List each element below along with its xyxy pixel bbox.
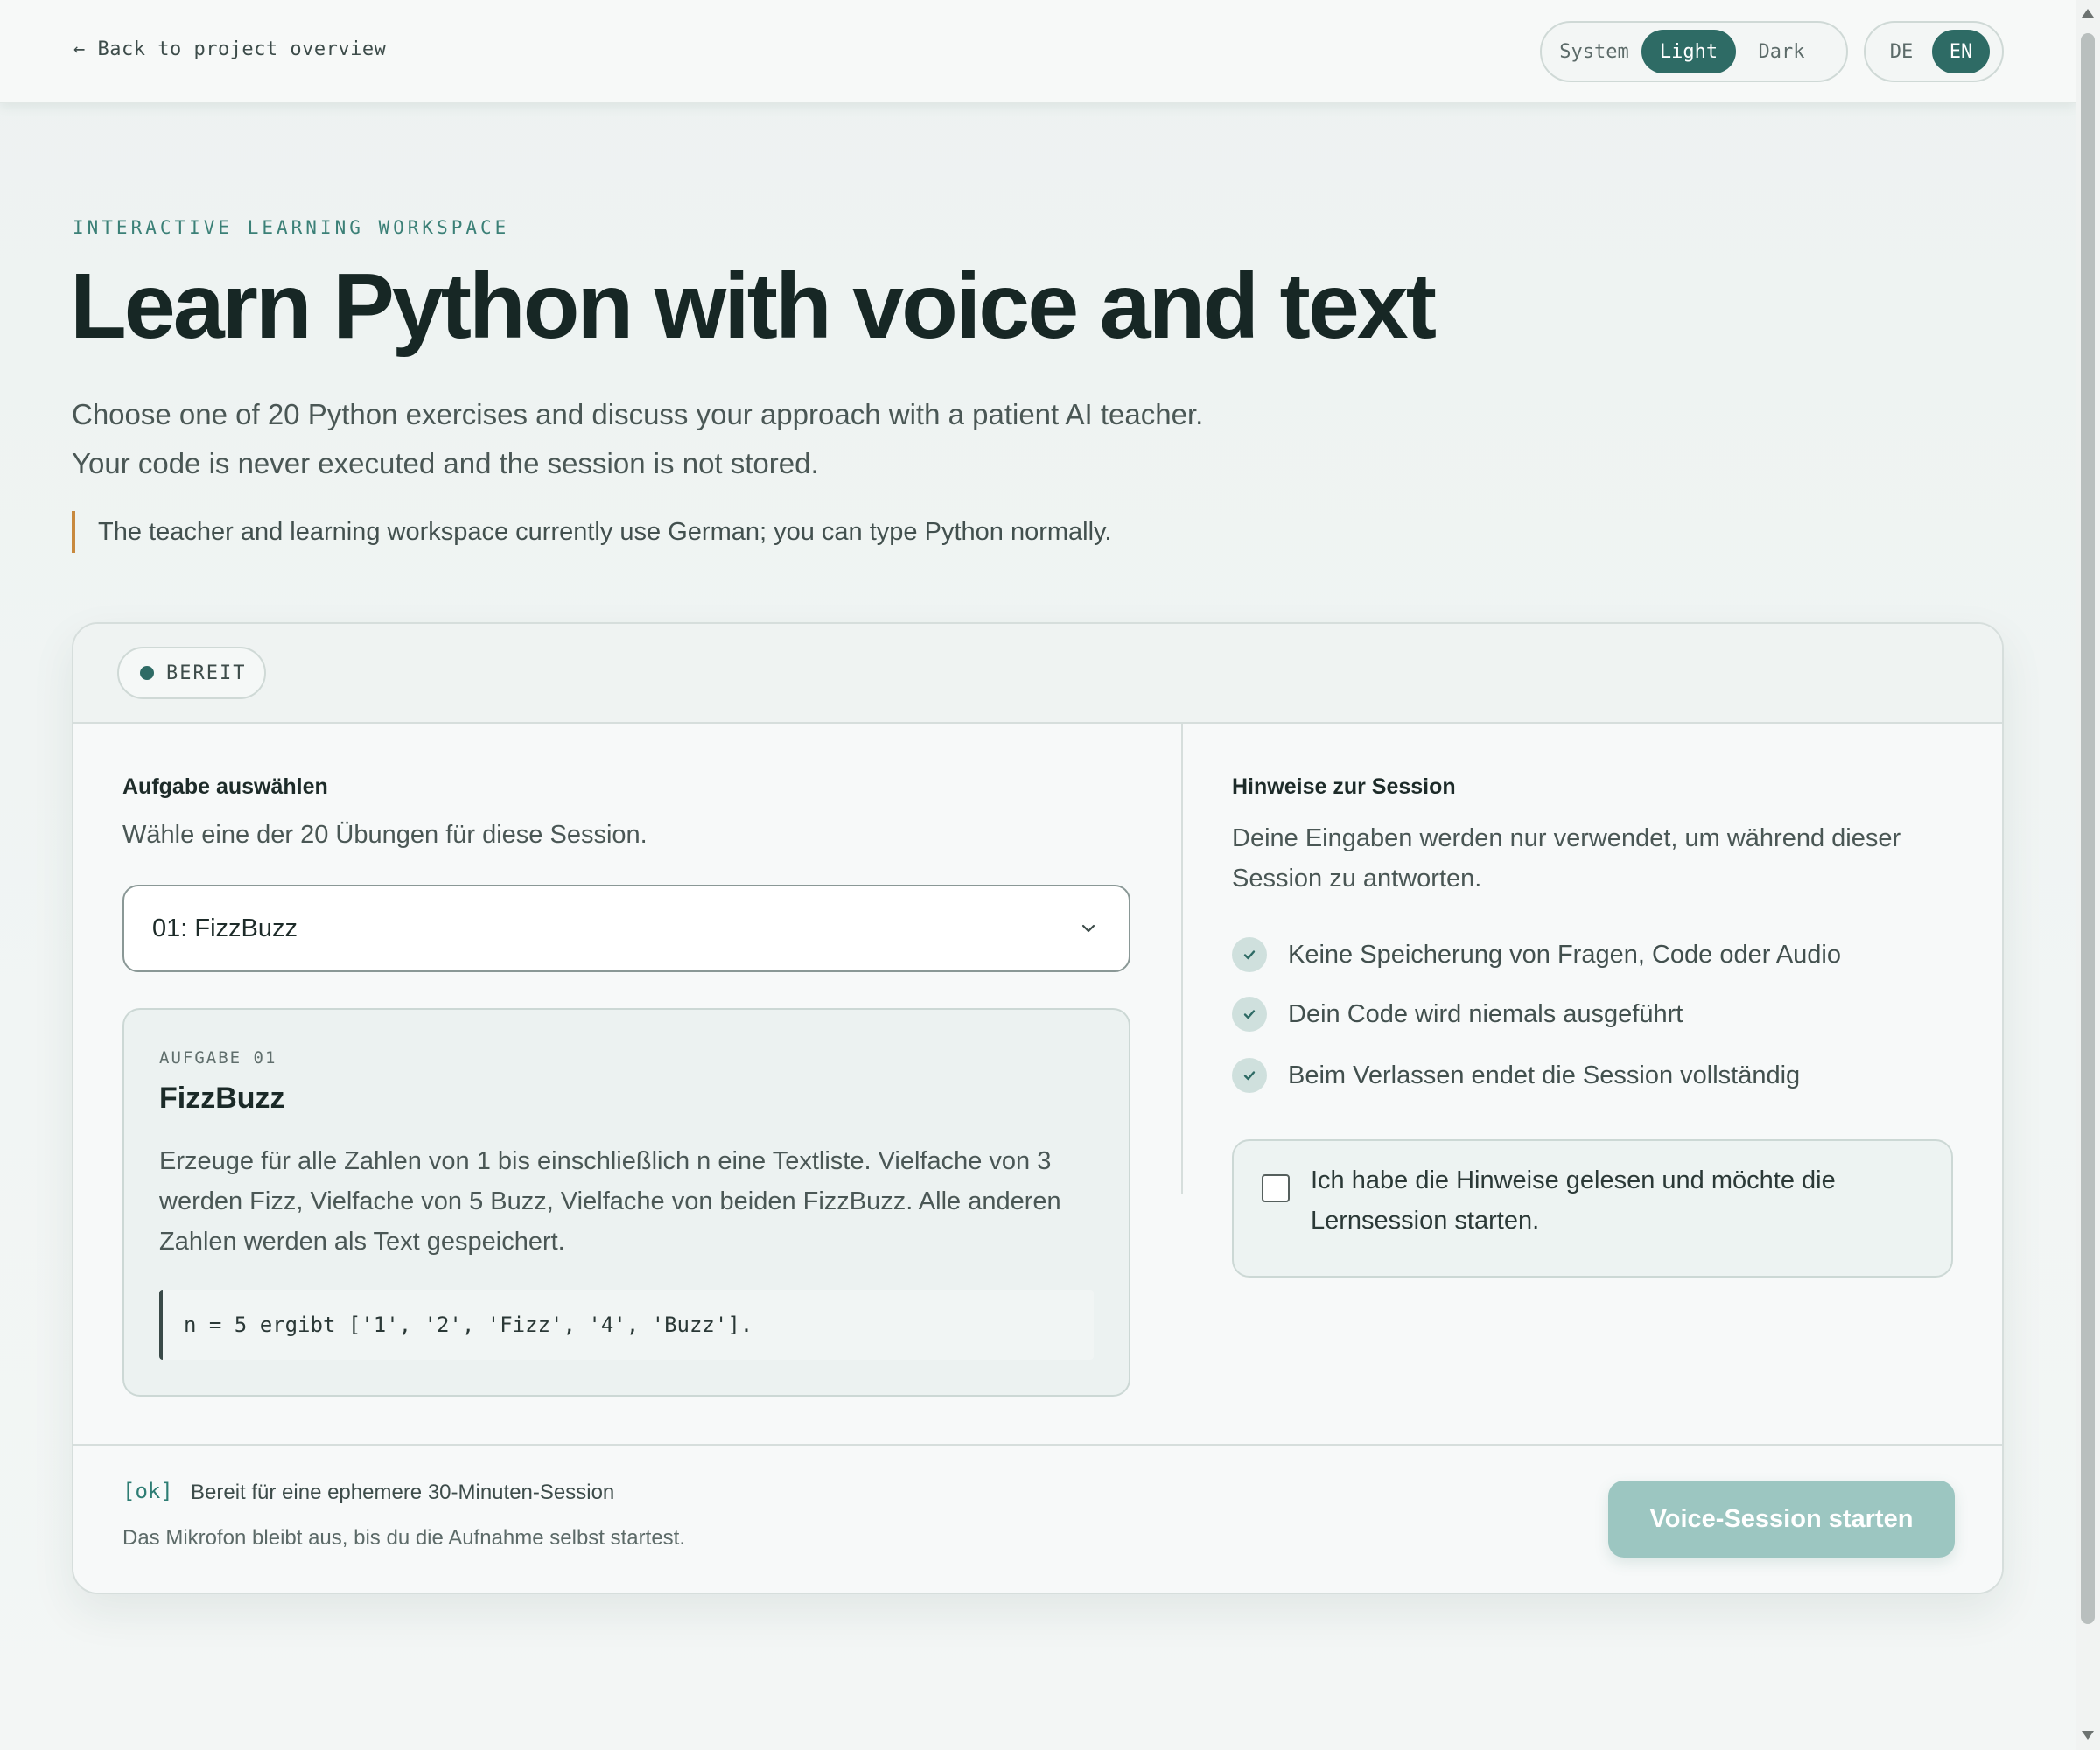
top-bar: ← Back to project overview System Light … [0, 0, 2076, 103]
check-item: Dein Code wird niemals ausgeführt [1232, 997, 1683, 1032]
microphone-hint: Das Mikrofon bleibt aus, bis du die Aufn… [122, 1526, 685, 1550]
check-item-label: Dein Code wird niemals ausgeführt [1288, 999, 1684, 1028]
hero-eyebrow: INTERACTIVE LEARNING WORKSPACE [73, 217, 510, 238]
session-ready-text: Bereit für eine ephemere 30-Minuten-Sess… [191, 1480, 615, 1504]
hero-subtitle-line-1: Choose one of 20 Python exercises and di… [72, 398, 1204, 430]
language-switcher: DE EN [1864, 21, 2004, 82]
card-header: BEREIT [74, 624, 2002, 724]
card-footer: [ok] Bereit für eine ephemere 30-Minuten… [74, 1444, 2002, 1592]
lang-en-button[interactable]: EN [1932, 30, 1990, 74]
hero-subtitle: Choose one of 20 Python exercises and di… [72, 390, 1384, 488]
session-notes-description: Deine Eingaben werden nur verwendet, um … [1232, 824, 1901, 892]
theme-dark-button[interactable]: Dark [1738, 30, 1825, 74]
check-icon [1232, 937, 1267, 972]
lang-de-button[interactable]: DE [1872, 30, 1930, 74]
status-badge: BEREIT [117, 647, 266, 699]
session-notes-title: Hinweise zur Session [1232, 774, 1456, 799]
consent-box[interactable]: Ich habe die Hinweise gelesen und möchte… [1232, 1139, 1953, 1278]
task-example-code: n = 5 ergibt ['1', '2', 'Fizz', '4', 'Bu… [159, 1290, 1094, 1360]
check-icon [1232, 997, 1267, 1032]
task-details: AUFGABE 01 FizzBuzz Erzeuge für alle Zah… [122, 1008, 1130, 1396]
hero-subtitle-line-2: Your code is never executed and the sess… [72, 447, 819, 480]
theme-system-button[interactable]: System [1549, 30, 1640, 74]
check-icon [1232, 1058, 1267, 1093]
chevron-down-icon [1082, 924, 1096, 933]
scroll-up-arrow-icon[interactable] [2082, 9, 2094, 18]
task-description: Erzeuge für alle Zahlen von 1 bis einsch… [159, 1147, 1061, 1256]
start-voice-session-button[interactable]: Voice-Session starten [1608, 1480, 1955, 1558]
consent-checkbox[interactable] [1262, 1174, 1290, 1202]
exercise-select-value: 01: FizzBuzz [152, 914, 298, 942]
status-dot-icon [140, 666, 154, 680]
check-item: Keine Speicherung von Fragen, Code oder … [1232, 937, 1841, 972]
language-notice: The teacher and learning workspace curre… [72, 511, 1111, 553]
session-card: BEREIT Aufgabe auswählen Wähle eine der … [72, 622, 2004, 1594]
theme-switcher: System Light Dark [1540, 21, 1848, 82]
check-item: Beim Verlassen endet die Session vollstä… [1232, 1058, 1800, 1093]
exercise-select[interactable]: 01: FizzBuzz [122, 885, 1130, 972]
column-divider [1181, 724, 1183, 1194]
back-to-overview-link[interactable]: ← Back to project overview [74, 38, 386, 60]
theme-light-button[interactable]: Light [1642, 30, 1736, 74]
task-section-description: Wähle eine der 20 Übungen für diese Sess… [122, 821, 648, 849]
scrollbar[interactable] [2076, 0, 2100, 1750]
scroll-down-arrow-icon[interactable] [2082, 1731, 2094, 1740]
task-number: AUFGABE 01 [159, 1048, 277, 1068]
status-label: BEREIT [166, 662, 247, 684]
consent-label[interactable]: Ich habe die Hinweise gelesen und möchte… [1311, 1160, 1923, 1241]
ok-status-tag: [ok] [122, 1479, 173, 1503]
scrollbar-thumb[interactable] [2081, 33, 2095, 1624]
page-title: Learn Python with voice and text [70, 255, 1437, 358]
task-title: FizzBuzz [159, 1082, 285, 1115]
check-item-label: Beim Verlassen endet die Session vollstä… [1288, 1060, 1801, 1089]
task-section-title: Aufgabe auswählen [122, 774, 328, 799]
check-item-label: Keine Speicherung von Fragen, Code oder … [1288, 940, 1841, 969]
